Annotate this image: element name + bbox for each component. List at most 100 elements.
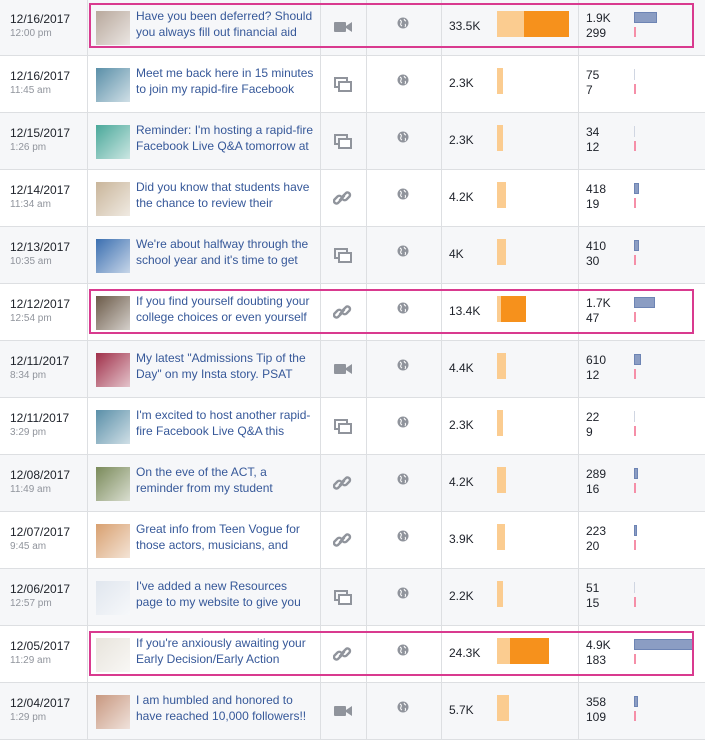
engagement-bar-secondary	[634, 483, 636, 493]
column-divider	[87, 683, 88, 739]
globe-icon	[397, 700, 409, 713]
column-divider	[87, 170, 88, 226]
post-thumbnail[interactable]	[96, 524, 130, 558]
post-date: 12/15/2017	[10, 126, 71, 140]
reach-bar	[497, 296, 526, 322]
column-divider	[87, 0, 88, 55]
engagement-secondary: 12	[586, 368, 600, 382]
engagement-secondary: 19	[586, 197, 600, 211]
post-thumbnail[interactable]	[96, 353, 130, 387]
post-title-link[interactable]: On the eve of the ACT, a reminder from m…	[136, 464, 314, 496]
table-row[interactable]: 12/15/2017 1:26 pm Reminder: I'm hosting a…	[0, 113, 705, 170]
post-title-link[interactable]: If you find yourself doubting your colle…	[136, 293, 314, 325]
table-row[interactable]: 12/08/2017 11:49 am On the eve of the ACT,…	[0, 455, 705, 512]
post-time: 11:49 am	[10, 484, 51, 495]
post-title-link[interactable]: We're about halfway through the school y…	[136, 236, 314, 268]
post-thumbnail[interactable]	[96, 581, 130, 615]
post-title-link[interactable]: I'm excited to host another rapid-fire F…	[136, 407, 314, 439]
engagement-bar-secondary	[634, 27, 636, 37]
reach-bar	[497, 239, 506, 265]
globe-icon	[397, 643, 409, 656]
post-thumbnail[interactable]	[96, 68, 130, 102]
column-divider	[441, 569, 442, 625]
column-divider	[320, 683, 321, 739]
post-title-link[interactable]: If you're anxiously awaiting your Early …	[136, 635, 314, 667]
reach-value: 13.4K	[449, 304, 481, 318]
post-title-link[interactable]: Great info from Teen Vogue for those act…	[136, 521, 314, 553]
status-icon	[333, 246, 353, 264]
post-thumbnail[interactable]	[96, 467, 130, 501]
reach-bar	[497, 467, 507, 493]
table-row[interactable]: 12/14/2017 11:34 am Did you know that stud…	[0, 170, 705, 227]
video-icon	[333, 360, 353, 378]
column-divider	[87, 398, 88, 454]
engagement-bar	[634, 297, 655, 308]
post-title-link[interactable]: Did you know that students have the chan…	[136, 179, 314, 211]
engagement-bar-secondary	[634, 84, 636, 94]
engagement-secondary: 47	[586, 311, 600, 325]
column-divider	[441, 113, 442, 169]
table-row[interactable]: 12/11/2017 8:34 pm My latest "Admissions T…	[0, 341, 705, 398]
engagement-bar-secondary	[634, 654, 636, 664]
table-row[interactable]: 12/07/2017 9:45 am Great info from Teen Vo…	[0, 512, 705, 569]
table-row[interactable]: 12/05/2017 11:29 am If you're anxiously aw…	[0, 626, 705, 683]
reach-bar-organic	[497, 695, 510, 721]
post-thumbnail[interactable]	[96, 410, 130, 444]
reach-value: 24.3K	[449, 646, 481, 660]
post-title-link[interactable]: I've added a new Resources page to my we…	[136, 578, 314, 610]
post-time: 8:34 pm	[10, 370, 47, 381]
column-divider	[87, 227, 88, 283]
post-date: 12/11/2017	[10, 354, 70, 368]
table-row[interactable]: 12/06/2017 12:57 pm I've added a new Resou…	[0, 569, 705, 626]
post-thumbnail[interactable]	[96, 239, 130, 273]
column-divider	[578, 341, 579, 397]
engagement-bar-secondary	[634, 426, 636, 436]
column-divider	[320, 284, 321, 340]
column-divider	[320, 569, 321, 625]
post-thumbnail[interactable]	[96, 638, 130, 672]
table-row[interactable]: 12/16/2017 11:45 am Meet me back here in 1…	[0, 56, 705, 113]
engagement-bar-secondary	[634, 540, 636, 550]
table-row[interactable]: 12/04/2017 1:29 pm I am humbled and honore…	[0, 683, 705, 740]
table-row[interactable]: 12/11/2017 3:29 pm I'm excited to host ano…	[0, 398, 705, 455]
post-title-link[interactable]: Have you been deferred? Should you alway…	[136, 8, 314, 40]
column-divider	[320, 0, 321, 55]
globe-icon	[397, 358, 409, 371]
engagement-primary: 1.7K	[586, 296, 611, 310]
post-thumbnail[interactable]	[96, 695, 130, 729]
column-divider	[366, 227, 367, 283]
post-date: 12/04/2017	[10, 696, 71, 710]
post-title-link[interactable]: Meet me back here in 15 minutes to join …	[136, 65, 314, 97]
column-divider	[320, 113, 321, 169]
reach-bar	[497, 638, 550, 664]
engagement-secondary: 109	[586, 710, 607, 724]
post-title-link[interactable]: My latest "Admissions Tip of the Day" on…	[136, 350, 314, 382]
table-row[interactable]: 12/16/2017 12:00 pm Have you been deferred…	[0, 0, 705, 56]
video-icon	[333, 18, 353, 36]
post-time: 12:00 pm	[10, 28, 52, 39]
column-divider	[87, 626, 88, 682]
engagement-secondary: 16	[586, 482, 600, 496]
column-divider	[366, 512, 367, 568]
reach-bar	[497, 182, 507, 208]
engagement-bar-secondary	[634, 141, 636, 151]
post-title-link[interactable]: I am humbled and honored to have reached…	[136, 692, 314, 724]
table-row[interactable]: 12/12/2017 12:54 pm If you find yourself d…	[0, 284, 705, 341]
column-divider	[366, 113, 367, 169]
post-thumbnail[interactable]	[96, 11, 130, 45]
globe-icon	[397, 415, 409, 428]
column-divider	[578, 683, 579, 739]
post-title-link[interactable]: Reminder: I'm hosting a rapid-fire Faceb…	[136, 122, 314, 154]
post-time: 12:57 pm	[10, 598, 52, 609]
engagement-bar-secondary	[634, 198, 636, 208]
post-thumbnail[interactable]	[96, 296, 130, 330]
column-divider	[578, 227, 579, 283]
column-divider	[441, 0, 442, 55]
engagement-bar	[634, 411, 635, 422]
post-thumbnail[interactable]	[96, 182, 130, 216]
post-thumbnail[interactable]	[96, 125, 130, 159]
reach-value: 4K	[449, 247, 464, 261]
table-row[interactable]: 12/13/2017 10:35 am We're about halfway th…	[0, 227, 705, 284]
reach-bar-organic	[497, 239, 506, 265]
column-divider	[366, 0, 367, 55]
